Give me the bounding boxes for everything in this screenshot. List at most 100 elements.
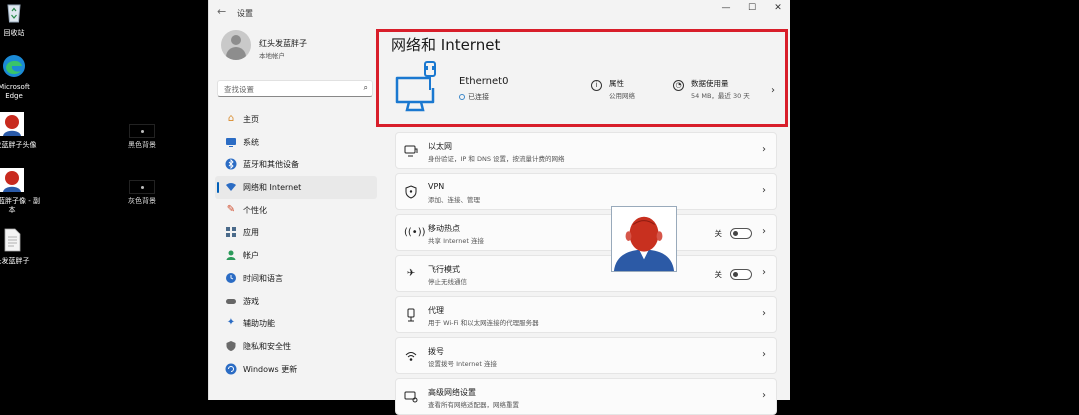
- sidebar-item-label: 隐私和安全性: [243, 341, 291, 351]
- desktop-icon-avatar[interactable]: 头发蓝胖子头像: [0, 112, 42, 150]
- red-head-icon: [0, 168, 24, 192]
- sidebar-item-label: 系统: [243, 137, 259, 147]
- card-subtitle: 用于 Wi-Fi 和以太网连接的代理服务器: [428, 319, 539, 327]
- advanced-network-icon: [404, 391, 418, 403]
- desktop-icon-text-file[interactable]: 头发蓝胖子: [0, 228, 42, 266]
- sidebar: 红头发蓝胖子 本地帐户 查找设置 ⌕ ⌂ 主页 系统 蓝牙和其他设备 网络和 I…: [209, 26, 381, 400]
- edge-icon: [3, 55, 25, 77]
- sidebar-item-windows-update[interactable]: Windows 更新: [215, 358, 377, 381]
- main-content: 网络和 Internet Ethernet0 已连接 i 属性 公用网络 ◔ 数…: [376, 26, 791, 415]
- card-mobile-hotspot[interactable]: ((•)) 移动热点 共享 Internet 连接 关 ›: [395, 214, 777, 251]
- account-type: 本地帐户: [259, 52, 285, 60]
- card-subtitle: 查看所有网络适配器，网络重置: [428, 401, 519, 409]
- card-subtitle: 停止无线通信: [428, 278, 467, 286]
- user-profile[interactable]: 红头发蓝胖子 本地帐户: [209, 26, 381, 76]
- chevron-right-icon: ›: [762, 267, 766, 278]
- highlight-box: [376, 29, 788, 127]
- home-icon: ⌂: [227, 113, 235, 124]
- search-icon[interactable]: ⌕: [364, 83, 368, 93]
- sidebar-item-label: 网络和 Internet: [243, 183, 302, 193]
- sidebar-item-time-language[interactable]: 时间和语言: [215, 267, 377, 290]
- minimize-button[interactable]: —: [715, 3, 737, 17]
- accounts-icon: [226, 250, 236, 261]
- chevron-right-icon: ›: [762, 185, 766, 196]
- image-thumbnail-icon: [129, 124, 155, 138]
- card-proxy[interactable]: 代理 用于 Wi-Fi 和以太网连接的代理服务器 ›: [395, 296, 777, 333]
- ethernet-icon: [404, 145, 418, 157]
- card-vpn[interactable]: VPN 添加、连接、管理 ›: [395, 173, 777, 210]
- desktop-icon-label: 黑色背景: [128, 141, 156, 149]
- desktop-icon-avatar-copy[interactable]: 头发蓝胖子像 - 副本: [0, 168, 42, 215]
- red-head-icon: [0, 112, 24, 136]
- close-button[interactable]: ✕: [767, 3, 789, 17]
- card-airplane-mode[interactable]: ✈ 飞行模式 停止无线通信 关 ›: [395, 255, 777, 292]
- card-title: 以太网: [428, 142, 452, 151]
- red-haired-person-image: [611, 206, 677, 272]
- chevron-right-icon: ›: [762, 390, 766, 401]
- privacy-shield-icon: [226, 340, 236, 351]
- card-ethernet[interactable]: 以太网 身份验证，IP 和 DNS 设置，按流量计费的网络 ›: [395, 132, 777, 169]
- sidebar-item-label: Windows 更新: [243, 364, 298, 374]
- toggle-state-label: 关: [714, 229, 723, 238]
- card-subtitle: 添加、连接、管理: [428, 196, 480, 204]
- desktop-icon-label: 回收站: [3, 29, 25, 37]
- sidebar-item-label: 主页: [243, 115, 259, 124]
- chevron-right-icon: ›: [762, 226, 766, 237]
- back-arrow-icon[interactable]: ←: [217, 5, 226, 18]
- desktop-icon-recycle-bin[interactable]: 回收站: [0, 0, 34, 38]
- desktop-icon-label: 灰色背景: [128, 197, 156, 205]
- title-bar: ← 设置 — ☐ ✕: [209, 0, 790, 26]
- card-subtitle: 设置拨号 Internet 连接: [428, 360, 497, 368]
- sidebar-item-label: 个性化: [243, 205, 267, 215]
- card-advanced-network[interactable]: 高级网络设置 查看所有网络适配器，网络重置 ›: [395, 378, 777, 415]
- card-title: 移动热点: [428, 224, 460, 233]
- desktop-icon-label: 头发蓝胖子像 - 副本: [0, 197, 40, 214]
- personalization-icon: ✎: [226, 203, 236, 215]
- sidebar-item-system[interactable]: 系统: [215, 131, 377, 154]
- search-placeholder: 查找设置: [224, 85, 254, 94]
- gaming-icon: [226, 298, 236, 304]
- vpn-shield-icon: [405, 185, 417, 199]
- sidebar-item-apps[interactable]: 应用: [215, 221, 377, 244]
- sidebar-item-label: 时间和语言: [243, 273, 283, 283]
- desktop-icon-label: Microsoft Edge: [0, 83, 30, 100]
- sidebar-item-accounts[interactable]: 帐户: [215, 244, 377, 267]
- window-title: 设置: [237, 9, 253, 18]
- desktop-icon-black-bg[interactable]: 黑色背景: [112, 124, 172, 150]
- desktop-icon-label: 头发蓝胖子: [0, 257, 30, 265]
- sidebar-item-accessibility[interactable]: ✦ 辅助功能: [215, 312, 377, 335]
- sidebar-item-personalization[interactable]: ✎ 个性化: [215, 199, 377, 222]
- windows-update-icon: [225, 363, 237, 375]
- airplane-icon: ✈: [406, 268, 416, 279]
- card-subtitle: 共享 Internet 连接: [428, 237, 484, 245]
- hotspot-toggle[interactable]: [730, 228, 752, 239]
- dialup-icon: [405, 352, 417, 361]
- accessibility-icon: ✦: [226, 317, 236, 329]
- bluetooth-icon: [225, 158, 237, 170]
- card-title: 高级网络设置: [428, 388, 476, 397]
- card-dialup[interactable]: 拨号 设置拨号 Internet 连接 ›: [395, 337, 777, 374]
- desktop-icon-edge[interactable]: Microsoft Edge: [0, 54, 34, 101]
- sidebar-item-label: 辅助功能: [243, 319, 275, 329]
- search-input[interactable]: 查找设置 ⌕: [217, 80, 373, 97]
- user-name: 红头发蓝胖子: [259, 39, 307, 48]
- avatar: [221, 30, 251, 60]
- recycle-bin-icon: [7, 4, 21, 23]
- system-icon: [226, 137, 236, 147]
- time-language-icon: [226, 272, 236, 283]
- sidebar-item-bluetooth[interactable]: 蓝牙和其他设备: [215, 153, 377, 176]
- desktop-icon-label: 头发蓝胖子头像: [0, 141, 37, 149]
- apps-icon: [226, 227, 236, 238]
- maximize-button[interactable]: ☐: [741, 3, 763, 17]
- sidebar-item-privacy[interactable]: 隐私和安全性: [215, 335, 377, 358]
- sidebar-item-network[interactable]: 网络和 Internet: [215, 176, 377, 199]
- sidebar-item-label: 游戏: [243, 296, 259, 306]
- sidebar-item-gaming[interactable]: 游戏: [215, 290, 377, 313]
- card-title: VPN: [428, 182, 445, 191]
- settings-window: ← 设置 — ☐ ✕ 红头发蓝胖子 本地帐户 查找设置 ⌕ ⌂ 主页 系统 蓝牙…: [208, 0, 791, 415]
- card-subtitle: 身份验证，IP 和 DNS 设置，按流量计费的网络: [428, 155, 565, 163]
- airplane-mode-toggle[interactable]: [730, 269, 752, 280]
- sidebar-item-home[interactable]: ⌂ 主页: [215, 108, 377, 131]
- network-icon: [226, 183, 236, 192]
- desktop-icon-gray-bg[interactable]: 灰色背景: [112, 180, 172, 206]
